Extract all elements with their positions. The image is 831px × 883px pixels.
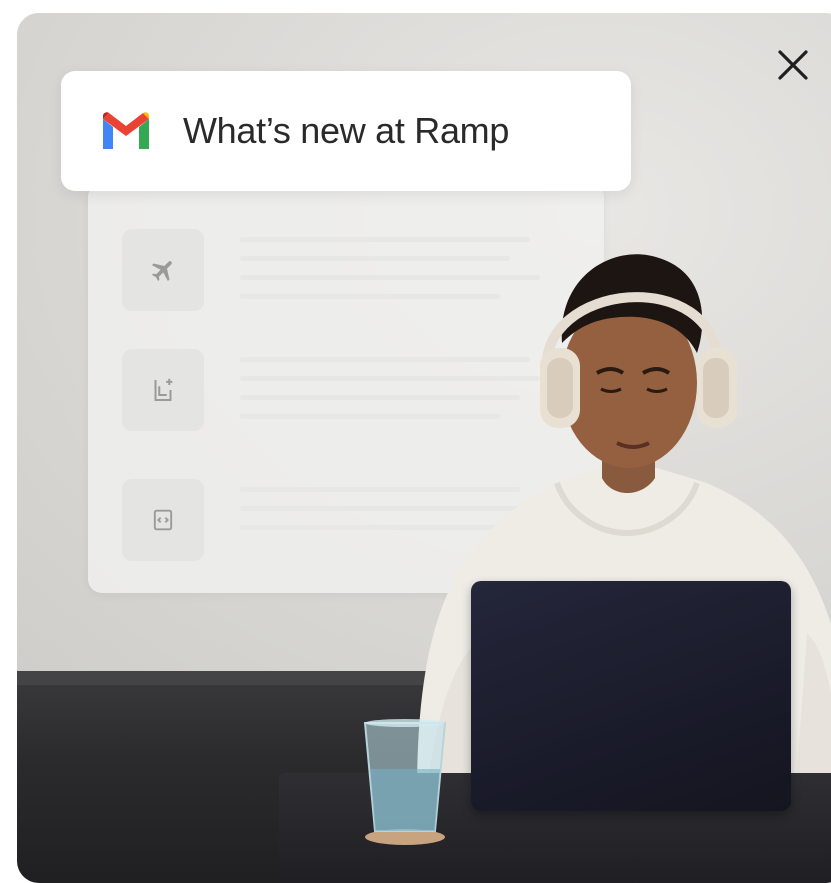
- close-button[interactable]: [771, 43, 815, 87]
- water-glass: [363, 719, 447, 845]
- email-header-card: What’s new at Ramp: [61, 71, 631, 191]
- airplane-icon: [122, 229, 204, 311]
- code-clipboard-icon: [122, 479, 204, 561]
- promo-modal: What’s new at Ramp: [17, 13, 831, 883]
- gmail-logo-icon: [103, 112, 149, 149]
- close-icon: [778, 50, 808, 80]
- receipt-add-icon: [122, 349, 204, 431]
- header-title: What’s new at Ramp: [183, 110, 510, 151]
- laptop: [471, 581, 791, 811]
